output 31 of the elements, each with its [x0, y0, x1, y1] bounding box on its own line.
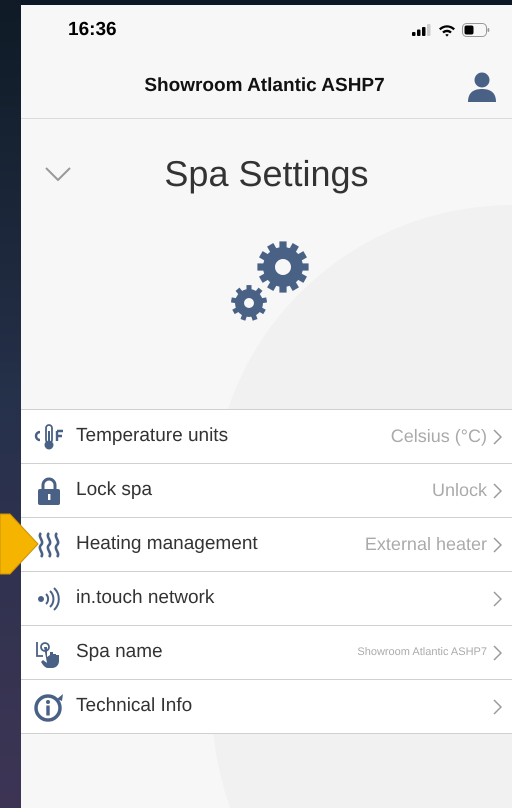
settings-row[interactable]: Lock spa Unlock — [21, 464, 512, 518]
settings-row[interactable]: Technical Info — [21, 680, 512, 734]
chevron-right-icon — [493, 698, 502, 714]
settings-value: Showroom Atlantic ASHP7 — [357, 645, 487, 660]
user-icon[interactable] — [468, 72, 496, 102]
chevron-right-icon — [493, 590, 502, 606]
settings-value: Unlock — [432, 479, 487, 502]
settings-row[interactable]: Spa name Showroom Atlantic ASHP7 — [21, 626, 512, 680]
wifi-icon — [438, 24, 456, 36]
chevron-right-icon — [493, 644, 502, 660]
header-title: Showroom Atlantic ASHP7 — [143, 74, 386, 98]
signal-icon — [412, 24, 432, 36]
settings-label: in.touch network — [76, 586, 216, 610]
lock-icon — [36, 476, 62, 504]
settings-row[interactable]: in.touch network — [21, 572, 512, 626]
chevron-right-icon — [493, 536, 502, 552]
battery-icon — [462, 23, 490, 37]
settings-label: Temperature units — [76, 424, 230, 448]
pointer-tooltip — [0, 512, 40, 576]
settings-label: Lock spa — [76, 478, 154, 502]
settings-row[interactable]: Temperature units Celsius (°C) — [21, 410, 512, 464]
settings-value: Celsius (°C) — [390, 425, 487, 448]
settings-label: Spa name — [76, 640, 164, 664]
settings-label: Heating management — [76, 532, 259, 556]
chevron-right-icon — [493, 482, 502, 498]
chevron-right-icon — [493, 428, 502, 444]
collapse-chevron-icon[interactable] — [45, 167, 71, 181]
settings-value: External heater — [364, 533, 487, 556]
page-title: Spa Settings — [163, 152, 370, 196]
status-time: 16:36 — [68, 18, 117, 42]
settings-label: Technical Info — [76, 694, 194, 718]
